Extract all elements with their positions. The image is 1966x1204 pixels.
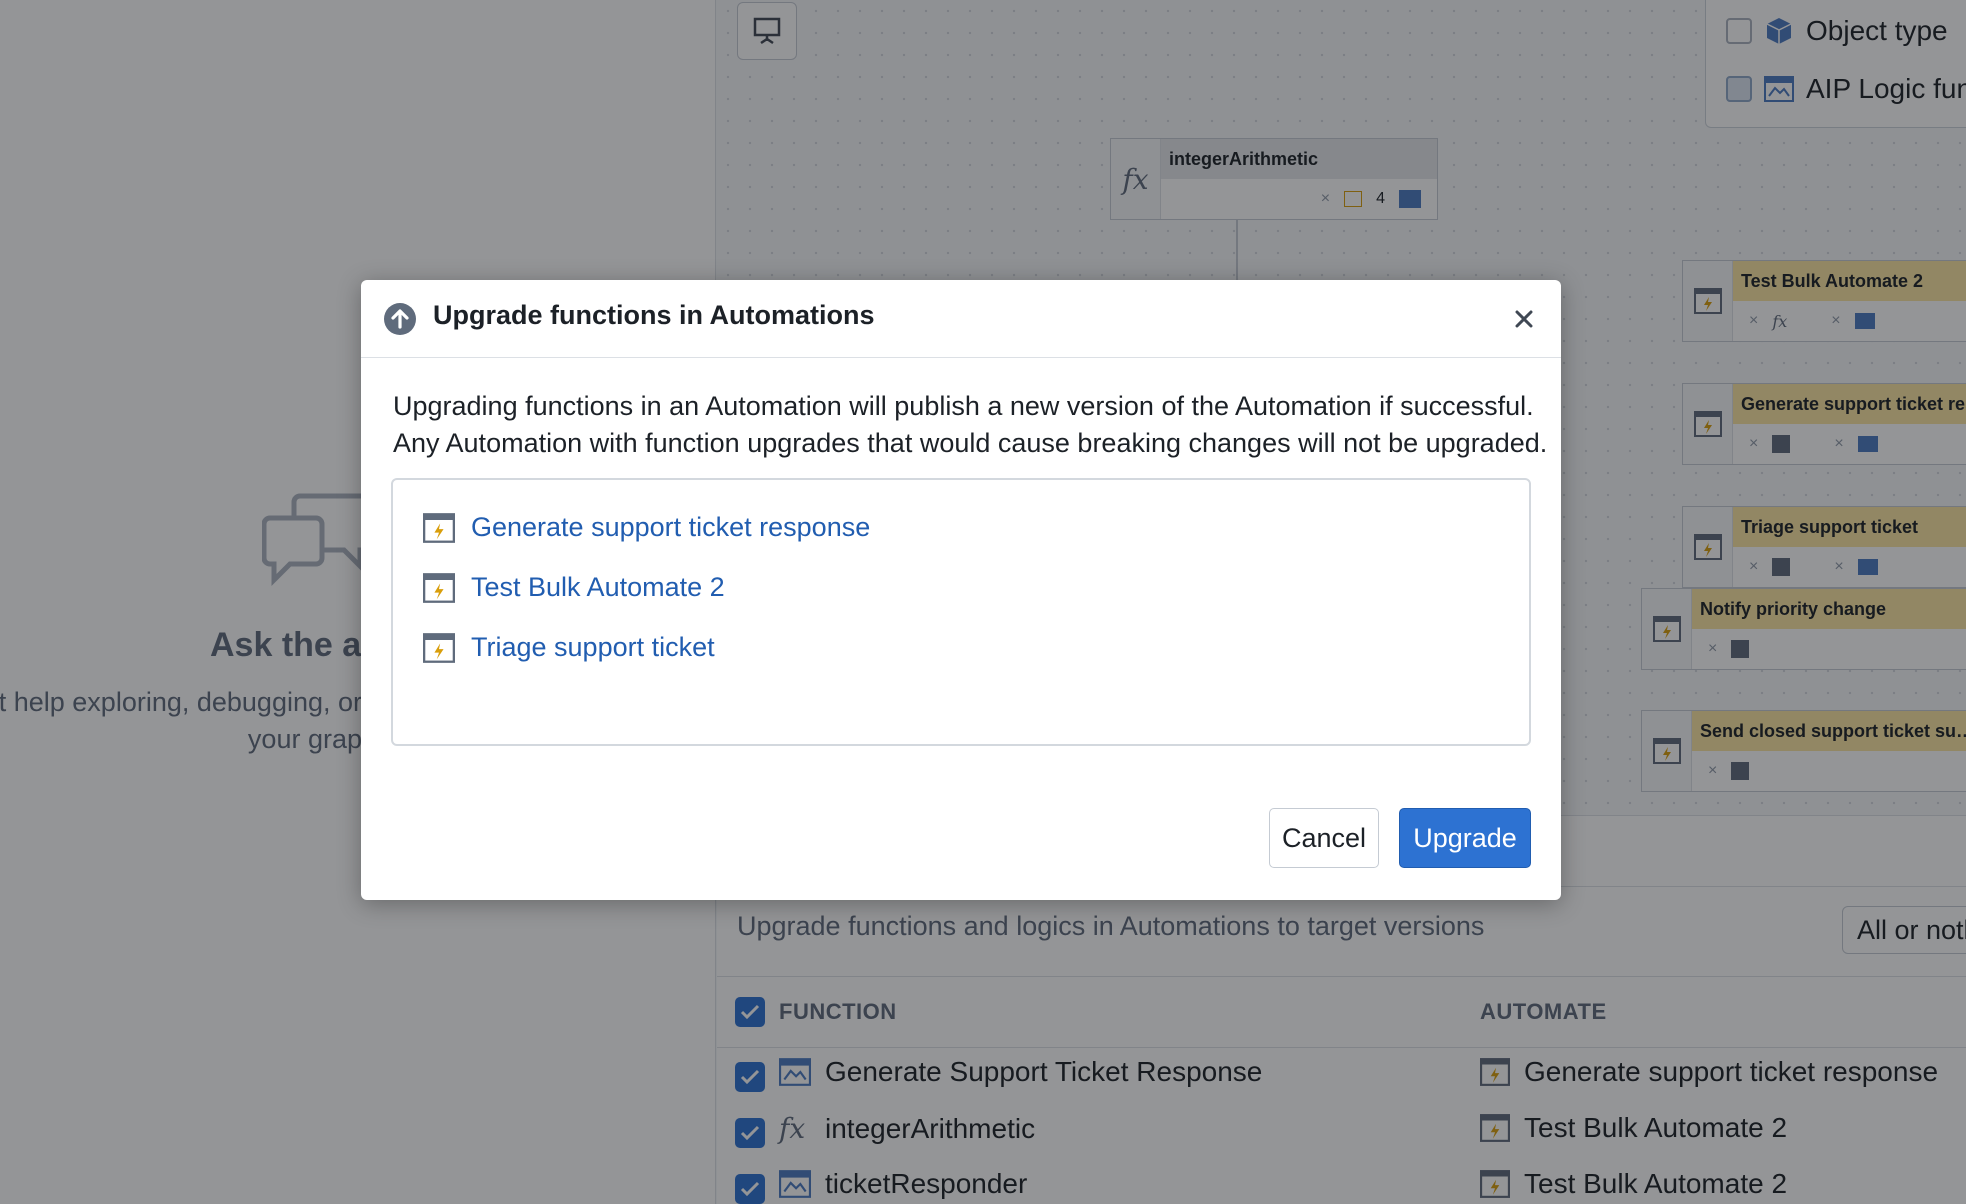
dialog-description: Upgrading functions in an Automation wil… <box>393 388 1548 462</box>
automation-link-label[interactable]: Test Bulk Automate 2 <box>471 572 725 603</box>
automation-link-triage-support-ticket[interactable]: Triage support ticket <box>423 632 715 663</box>
upgrade-arrow-icon <box>384 303 416 335</box>
automate-icon <box>423 572 455 603</box>
automation-link-label[interactable]: Triage support ticket <box>471 632 715 663</box>
dialog-header: Upgrade functions in Automations <box>361 280 1561 358</box>
close-button[interactable] <box>1509 304 1539 334</box>
automate-icon <box>423 512 455 543</box>
cancel-button[interactable]: Cancel <box>1269 808 1379 868</box>
automate-icon <box>423 632 455 663</box>
automation-link-label[interactable]: Generate support ticket response <box>471 512 870 543</box>
automation-link-generate-support-ticket-response[interactable]: Generate support ticket response <box>423 512 870 543</box>
upgrade-functions-dialog: Upgrade functions in Automations Upgradi… <box>361 280 1561 900</box>
description-line-2: Any Automation with function upgrades th… <box>393 428 1548 458</box>
close-icon <box>1515 310 1533 328</box>
automation-link-test-bulk-automate-2[interactable]: Test Bulk Automate 2 <box>423 572 725 603</box>
automation-list: Generate support ticket response Test Bu… <box>391 478 1531 746</box>
description-line-1: Upgrading functions in an Automation wil… <box>393 391 1534 421</box>
dialog-title: Upgrade functions in Automations <box>433 300 875 330</box>
upgrade-button[interactable]: Upgrade <box>1399 808 1531 868</box>
dialog-footer: Cancel Upgrade <box>1269 808 1531 868</box>
